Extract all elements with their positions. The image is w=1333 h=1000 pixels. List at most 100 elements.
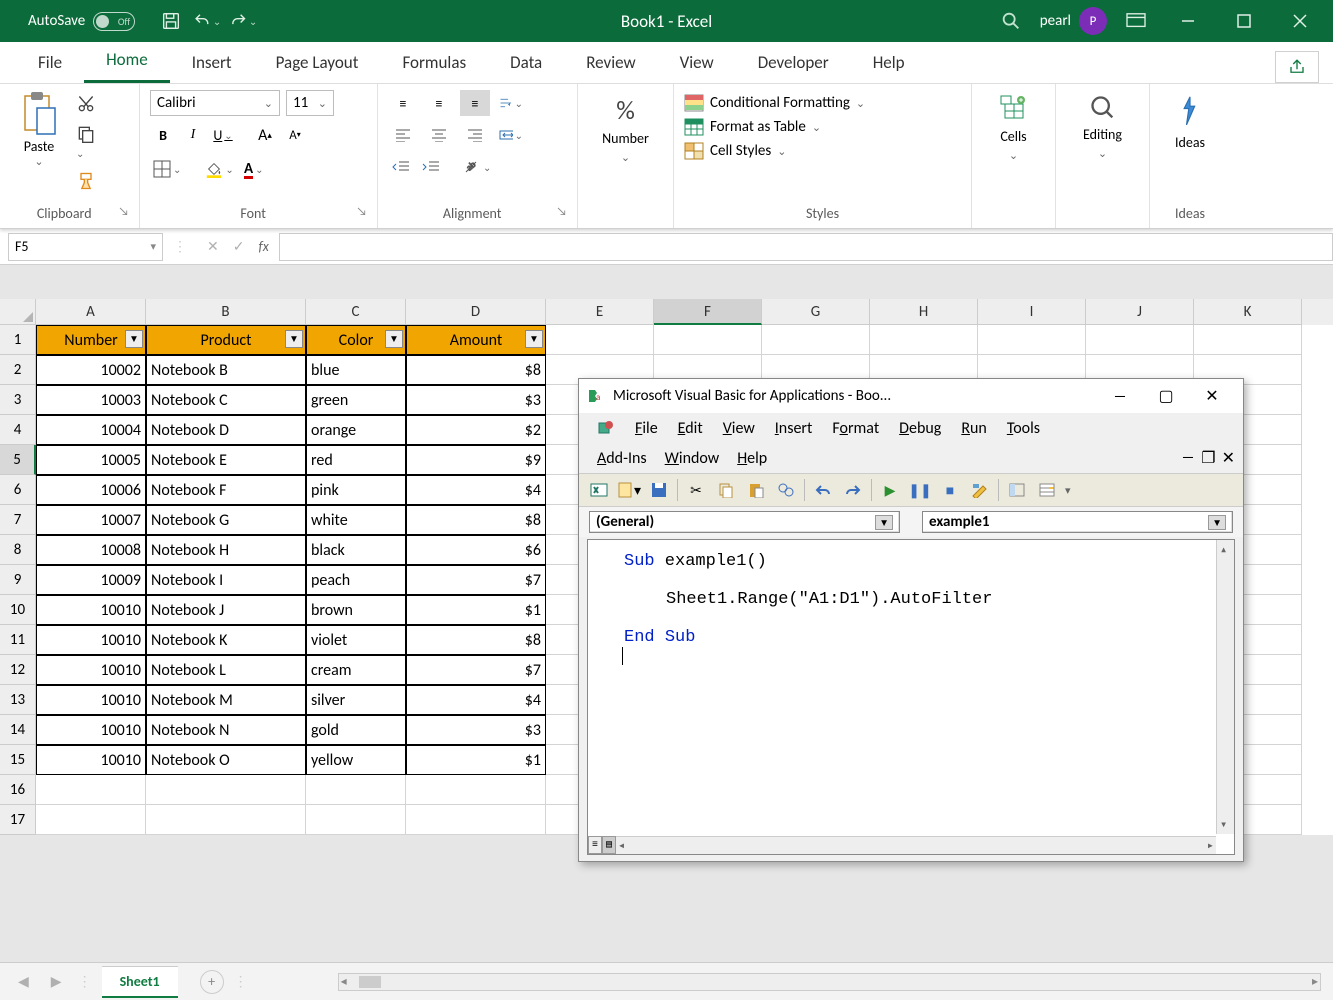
vba-menu-insert[interactable]: Insert xyxy=(775,419,813,438)
row-header[interactable]: 9 xyxy=(0,565,36,595)
cell[interactable]: $7 xyxy=(406,565,546,595)
tab-page-layout[interactable]: Page Layout xyxy=(254,42,381,83)
cell[interactable]: 10010 xyxy=(36,595,146,625)
vba-menu-addins[interactable]: Add-Ins xyxy=(597,449,647,468)
vba-maximize-button[interactable]: ▢ xyxy=(1143,382,1189,410)
fx-icon[interactable]: fx xyxy=(258,238,268,255)
cell[interactable]: black xyxy=(306,535,406,565)
vba-find-icon[interactable] xyxy=(774,478,798,502)
cell[interactable]: Notebook H xyxy=(146,535,306,565)
cell[interactable]: blue xyxy=(306,355,406,385)
borders-icon[interactable] xyxy=(150,156,184,182)
cell[interactable]: $1 xyxy=(406,745,546,775)
vba-design-mode-icon[interactable] xyxy=(968,478,992,502)
alignment-launcher[interactable]: ↘ xyxy=(556,205,567,219)
font-launcher[interactable]: ↘ xyxy=(356,205,367,219)
tab-developer[interactable]: Developer xyxy=(736,42,851,83)
cell[interactable] xyxy=(146,805,306,835)
vba-mdi-restore[interactable]: ❐ xyxy=(1201,448,1215,468)
cell[interactable]: $9 xyxy=(406,445,546,475)
cell[interactable]: 10003 xyxy=(36,385,146,415)
decrease-indent-icon[interactable] xyxy=(388,154,414,180)
table-header[interactable]: Amount▼ xyxy=(406,325,546,355)
cell[interactable]: $7 xyxy=(406,655,546,685)
vba-close-button[interactable]: ✕ xyxy=(1189,382,1235,410)
vba-mdi-minimize[interactable]: ― xyxy=(1181,448,1195,468)
cell[interactable]: Notebook E xyxy=(146,445,306,475)
sheet-tab-sheet1[interactable]: Sheet1 xyxy=(102,966,178,998)
cell[interactable] xyxy=(870,325,978,355)
vba-insert-icon[interactable]: ▾ xyxy=(617,478,641,502)
vba-break-icon[interactable]: ❚❚ xyxy=(908,478,932,502)
underline-button[interactable]: U xyxy=(210,122,236,148)
cell[interactable] xyxy=(406,805,546,835)
select-all-corner[interactable] xyxy=(0,299,36,325)
cell[interactable]: green xyxy=(306,385,406,415)
bold-button[interactable]: B xyxy=(150,122,176,148)
vba-menu-view[interactable]: View xyxy=(723,419,755,438)
tab-help[interactable]: Help xyxy=(851,42,927,83)
maximize-button[interactable] xyxy=(1221,7,1267,35)
cell[interactable]: Notebook D xyxy=(146,415,306,445)
row-header[interactable]: 12 xyxy=(0,655,36,685)
new-sheet-button[interactable]: + xyxy=(200,970,224,994)
copy-icon[interactable]: ⌄ xyxy=(76,124,96,161)
cell[interactable]: Notebook N xyxy=(146,715,306,745)
row-header[interactable]: 10 xyxy=(0,595,36,625)
filter-button[interactable]: ▼ xyxy=(125,330,143,348)
row-header[interactable]: 16 xyxy=(0,775,36,805)
italic-button[interactable]: I xyxy=(180,122,206,148)
cell[interactable] xyxy=(36,775,146,805)
cell[interactable] xyxy=(1086,325,1194,355)
fill-color-icon[interactable] xyxy=(202,156,236,182)
font-size-select[interactable]: 11⌄ xyxy=(286,90,334,116)
cell[interactable]: 10010 xyxy=(36,655,146,685)
vba-menu-format[interactable]: Format xyxy=(832,419,879,438)
tab-file[interactable]: File xyxy=(16,42,84,83)
cell[interactable]: 10006 xyxy=(36,475,146,505)
vba-run-icon[interactable]: ▶ xyxy=(878,478,902,502)
table-header[interactable]: Number▼ xyxy=(36,325,146,355)
col-header-c[interactable]: C xyxy=(306,299,406,325)
cell[interactable]: peach xyxy=(306,565,406,595)
cell[interactable]: $4 xyxy=(406,685,546,715)
vba-copy-icon[interactable] xyxy=(714,478,738,502)
merge-center-icon[interactable] xyxy=(496,122,526,148)
cell[interactable]: 10010 xyxy=(36,625,146,655)
increase-font-icon[interactable]: A▴ xyxy=(252,122,278,148)
row-header[interactable]: 11 xyxy=(0,625,36,655)
col-header-k[interactable]: K xyxy=(1194,299,1302,325)
vba-mdi-close[interactable]: ✕ xyxy=(1222,448,1235,468)
filter-button[interactable]: ▼ xyxy=(525,330,543,348)
vba-code-pane[interactable]: Sub example1() Sheet1.Range("A1:D1").Aut… xyxy=(587,539,1235,855)
orientation-icon[interactable]: ab xyxy=(460,154,494,180)
search-icon[interactable] xyxy=(1000,10,1022,32)
cell[interactable] xyxy=(546,325,654,355)
cell[interactable]: 10002 xyxy=(36,355,146,385)
table-header[interactable]: Color▼ xyxy=(306,325,406,355)
close-button[interactable] xyxy=(1277,7,1323,35)
cell[interactable] xyxy=(146,775,306,805)
tab-formulas[interactable]: Formulas xyxy=(380,42,488,83)
vba-full-view[interactable]: ▤ xyxy=(602,836,616,854)
row-header[interactable]: 8 xyxy=(0,535,36,565)
paste-button[interactable]: Paste ⌄ xyxy=(10,90,68,191)
align-top-icon[interactable]: ≡ xyxy=(388,90,418,116)
row-header[interactable]: 13 xyxy=(0,685,36,715)
cell[interactable]: 10009 xyxy=(36,565,146,595)
cell[interactable] xyxy=(1194,325,1302,355)
wrap-text-icon[interactable] xyxy=(496,90,526,116)
vba-save-icon[interactable] xyxy=(647,478,671,502)
cell[interactable] xyxy=(406,775,546,805)
col-header-a[interactable]: A xyxy=(36,299,146,325)
cell[interactable]: Notebook J xyxy=(146,595,306,625)
vba-properties-icon[interactable] xyxy=(1035,478,1059,502)
row-header[interactable]: 5 xyxy=(0,445,36,475)
cell[interactable]: $8 xyxy=(406,505,546,535)
vba-menu-window[interactable]: Window xyxy=(665,449,720,468)
format-as-table-button[interactable]: Format as Table⌄ xyxy=(684,118,961,136)
cell[interactable]: Notebook B xyxy=(146,355,306,385)
font-name-select[interactable]: Calibri⌄ xyxy=(150,90,280,116)
cut-icon[interactable] xyxy=(76,94,96,114)
undo-icon[interactable]: ⌄ xyxy=(193,7,221,35)
